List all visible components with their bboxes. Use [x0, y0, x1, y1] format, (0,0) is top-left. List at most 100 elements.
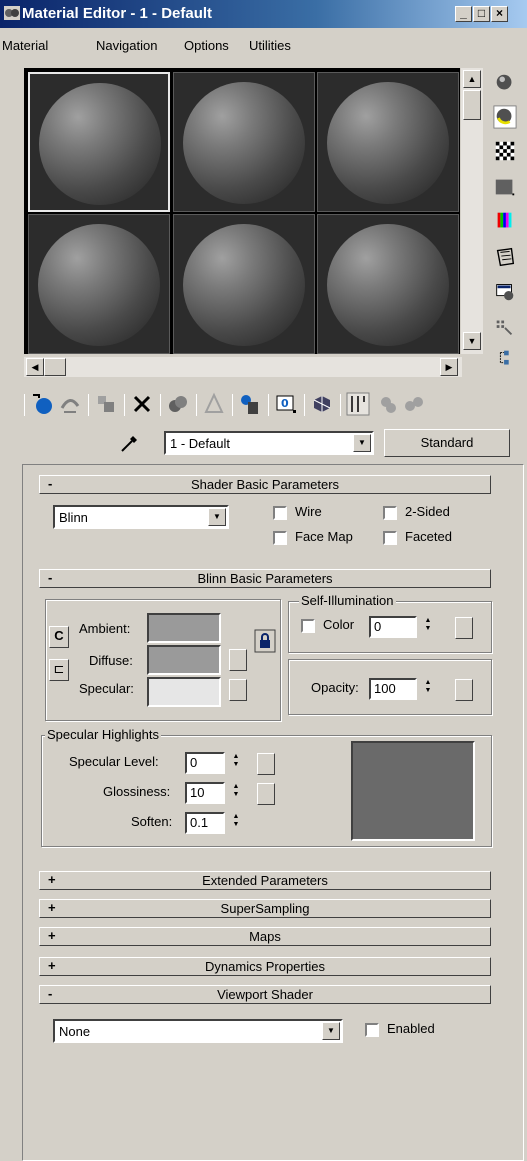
uv-tiling-icon[interactable]: [492, 174, 518, 200]
close-button[interactable]: ×: [491, 6, 508, 22]
background-checker-icon[interactable]: [492, 138, 518, 164]
soften-label: Soften:: [131, 814, 173, 829]
glossiness-map-button[interactable]: [257, 783, 275, 805]
make-unique-icon[interactable]: [202, 392, 226, 416]
sample-slot[interactable]: [317, 72, 459, 212]
rollout-blinn-basic-header[interactable]: - Blinn Basic Parameters: [39, 569, 491, 588]
material-name-combo[interactable]: 1 - Default ▼: [164, 431, 374, 455]
sample-slot[interactable]: [173, 72, 315, 212]
toolbar-separator: [88, 394, 89, 416]
rollout-supersampling[interactable]: + SuperSampling: [39, 899, 491, 918]
wire-checkbox[interactable]: [273, 506, 287, 520]
menu-utilities[interactable]: Utilities: [249, 38, 291, 53]
two-sided-label: 2-Sided: [405, 504, 450, 519]
two-sided-checkbox[interactable]: [383, 506, 397, 520]
rollout-panel: - Shader Basic Parameters Blinn ▼ Wire 2…: [22, 464, 524, 1161]
rollout-title: Dynamics Properties: [205, 959, 325, 974]
diffuse-specular-lock-icon[interactable]: ⊏: [49, 659, 69, 681]
diffuse-map-button[interactable]: [229, 649, 247, 671]
glossiness-spinner[interactable]: ▲ ▼: [229, 783, 243, 799]
faceted-checkbox[interactable]: [383, 531, 397, 545]
rollout-extended-parameters[interactable]: + Extended Parameters: [39, 871, 491, 890]
options-icon[interactable]: [492, 278, 518, 304]
go-to-parent-icon[interactable]: [376, 392, 400, 416]
glossiness-input[interactable]: 10: [185, 782, 225, 804]
specular-level-input[interactable]: 0: [185, 752, 225, 774]
rollout-dynamics-properties[interactable]: + Dynamics Properties: [39, 957, 491, 976]
sphere-preview: [327, 224, 449, 346]
horizontal-scrollbar[interactable]: ◀ ▶: [24, 357, 462, 377]
make-copy-icon[interactable]: [166, 392, 190, 416]
material-effects-channel-icon[interactable]: 0: [274, 392, 298, 416]
color-label: Color: [323, 617, 355, 632]
show-end-result-icon[interactable]: [346, 392, 370, 416]
self-illum-color-checkbox[interactable]: [301, 619, 315, 633]
shader-type-value: Blinn: [59, 510, 88, 525]
go-forward-to-sibling-icon[interactable]: [402, 392, 426, 416]
scroll-down-button[interactable]: ▼: [463, 332, 481, 350]
ambient-color-swatch[interactable]: [147, 613, 221, 643]
sample-slot[interactable]: [28, 214, 170, 354]
viewport-shader-combo[interactable]: None ▼: [53, 1019, 343, 1043]
scroll-thumb[interactable]: [463, 90, 481, 120]
vertical-scrollbar[interactable]: ▲ ▼: [461, 68, 483, 354]
backlight-icon[interactable]: [492, 104, 518, 130]
self-illum-map-button[interactable]: [455, 617, 473, 639]
rollout-viewport-shader-header[interactable]: - Viewport Shader: [39, 985, 491, 1004]
menu-material[interactable]: Material: [2, 38, 48, 53]
sample-slot[interactable]: [317, 214, 459, 354]
self-illum-value-input[interactable]: 0: [369, 616, 417, 638]
put-to-scene-icon[interactable]: [58, 392, 82, 416]
sample-type-icon[interactable]: [492, 70, 518, 96]
highlight-curve-preview: [351, 741, 475, 841]
maximize-button[interactable]: □: [473, 6, 490, 22]
sample-slot[interactable]: [28, 72, 170, 212]
opacity-map-button[interactable]: [455, 679, 473, 701]
toolbar-separator: [340, 394, 341, 416]
minimize-button[interactable]: _: [455, 6, 472, 22]
reset-material-icon[interactable]: [130, 392, 154, 416]
chevron-down-icon[interactable]: ▼: [322, 1022, 340, 1040]
scroll-left-button[interactable]: ◀: [26, 358, 44, 376]
toolbar-separator: [232, 394, 233, 416]
self-illumination-title: Self-Illumination: [299, 593, 396, 608]
sample-slot[interactable]: [173, 214, 315, 354]
enabled-checkbox[interactable]: [365, 1023, 379, 1037]
rollout-title: Viewport Shader: [217, 987, 313, 1002]
rollout-maps[interactable]: + Maps: [39, 927, 491, 946]
make-preview-icon[interactable]: [492, 244, 518, 270]
assign-to-selection-icon[interactable]: [94, 392, 118, 416]
soften-input[interactable]: 0.1: [185, 812, 225, 834]
scroll-right-button[interactable]: ▶: [440, 358, 458, 376]
shader-type-combo[interactable]: Blinn ▼: [53, 505, 229, 529]
get-material-icon[interactable]: [30, 392, 54, 416]
rollout-shader-basic-header[interactable]: - Shader Basic Parameters: [39, 475, 491, 494]
video-color-check-icon[interactable]: [492, 208, 518, 234]
specular-color-swatch[interactable]: [147, 677, 221, 707]
specular-highlights-title: Specular Highlights: [45, 727, 162, 742]
chevron-down-icon[interactable]: ▼: [353, 434, 371, 452]
opacity-spinner[interactable]: ▲ ▼: [421, 679, 435, 695]
show-map-in-viewport-icon[interactable]: [310, 392, 334, 416]
menu-navigation[interactable]: Navigation: [96, 38, 157, 53]
diffuse-color-swatch[interactable]: [147, 645, 221, 675]
opacity-input[interactable]: 100: [369, 678, 417, 700]
material-type-button[interactable]: Standard: [384, 429, 510, 457]
specular-level-spinner[interactable]: ▲ ▼: [229, 753, 243, 769]
pick-material-eyedropper-icon[interactable]: [118, 433, 140, 455]
ambient-diffuse-lock-icon[interactable]: C: [49, 626, 69, 648]
select-by-material-icon[interactable]: [492, 314, 518, 340]
material-name-value: 1 - Default: [170, 436, 230, 451]
lock-icon[interactable]: [254, 629, 276, 653]
chevron-down-icon[interactable]: ▼: [208, 508, 226, 526]
soften-spinner[interactable]: ▲ ▼: [229, 813, 243, 829]
put-to-library-icon[interactable]: [238, 392, 262, 416]
specular-level-map-button[interactable]: [257, 753, 275, 775]
material-map-navigator-icon[interactable]: [492, 346, 518, 372]
menu-options[interactable]: Options: [184, 38, 229, 53]
scroll-up-button[interactable]: ▲: [463, 70, 481, 88]
face-map-checkbox[interactable]: [273, 531, 287, 545]
self-illum-spinner[interactable]: ▲ ▼: [421, 617, 435, 633]
specular-map-button[interactable]: [229, 679, 247, 701]
scroll-h-thumb[interactable]: [44, 358, 66, 376]
